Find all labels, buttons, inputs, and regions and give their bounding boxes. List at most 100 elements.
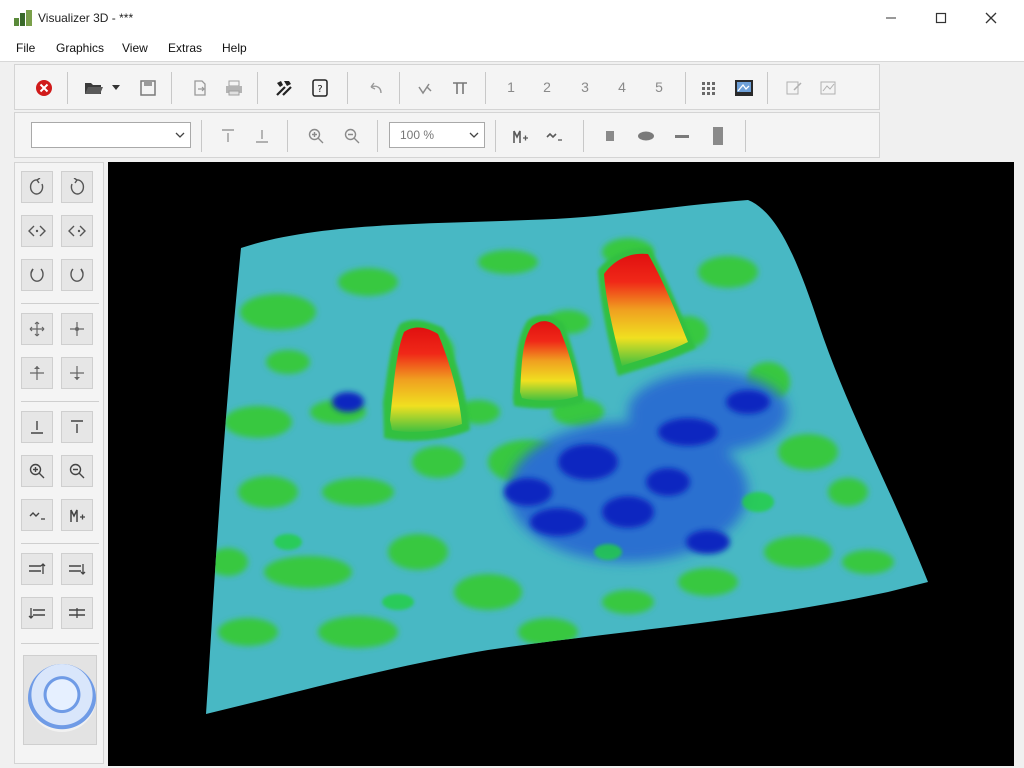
align-bottom-button[interactable] [249, 124, 275, 148]
main-toolbar: ? 1 2 3 4 5 [14, 64, 880, 110]
folder-open-icon [85, 83, 103, 94]
view-tools-panel [14, 162, 104, 764]
move-alt-icon [70, 366, 84, 380]
panel-divider [21, 543, 99, 544]
view-3-button[interactable]: 3 [578, 79, 592, 95]
redo-icon [418, 83, 432, 95]
align-top-button[interactable] [215, 124, 241, 148]
minimize-button[interactable] [868, 2, 914, 34]
layer-select[interactable] [31, 122, 191, 148]
open-button[interactable] [81, 76, 107, 100]
surface-plot[interactable] [108, 162, 1014, 766]
separator [201, 120, 202, 152]
marker-up-icon [70, 509, 85, 522]
chevron-down-icon [175, 132, 185, 138]
menu-extras[interactable]: Extras [168, 41, 202, 55]
open-dropdown-button[interactable] [109, 76, 123, 100]
tilt-right-button[interactable] [61, 215, 93, 247]
line-tool-button[interactable] [669, 124, 695, 148]
menu-graphics[interactable]: Graphics [56, 41, 104, 55]
close-button[interactable] [968, 2, 1014, 34]
menu-help[interactable]: Help [222, 41, 247, 55]
panel-divider [21, 401, 99, 402]
report-button[interactable] [781, 76, 807, 100]
align-bottom-icon [256, 130, 268, 143]
print-button[interactable] [221, 76, 247, 100]
zoom-in-side-button[interactable] [21, 455, 53, 487]
tools-icon [276, 81, 292, 96]
maximize-button[interactable] [918, 2, 964, 34]
spin-right-button[interactable] [61, 259, 93, 291]
view-4-button[interactable]: 4 [615, 79, 629, 95]
zoom-select[interactable]: 100 % [389, 122, 485, 148]
redo-button[interactable] [413, 76, 439, 100]
export-button[interactable] [187, 76, 213, 100]
floor-button[interactable] [21, 411, 53, 443]
move-button[interactable] [21, 357, 53, 389]
lower-button[interactable] [21, 597, 53, 629]
save-button[interactable] [135, 76, 161, 100]
move-icon [30, 366, 44, 380]
navigation-well [23, 655, 97, 745]
maximize-icon [935, 12, 947, 24]
separator [257, 72, 258, 104]
rect-icon [606, 131, 614, 141]
view-2-button[interactable]: 2 [540, 79, 554, 95]
tilt-right-icon [68, 225, 86, 237]
help-button[interactable]: ? [307, 76, 333, 100]
separator [171, 72, 172, 104]
undo-button[interactable] [363, 76, 389, 100]
spin-left-button[interactable] [21, 259, 53, 291]
tools-button[interactable] [271, 76, 297, 100]
scan-button[interactable] [731, 76, 757, 100]
minimize-icon [886, 17, 896, 19]
pan-button[interactable] [21, 313, 53, 345]
view-1-button[interactable]: 1 [504, 79, 518, 95]
chart-button[interactable] [815, 76, 841, 100]
view-5-button[interactable]: 5 [652, 79, 666, 95]
marker-down-side-button[interactable] [21, 499, 53, 531]
spin-right-icon [70, 268, 84, 282]
menu-file[interactable]: File [16, 41, 35, 55]
marker-down-button[interactable] [541, 124, 567, 148]
pan-alt-button[interactable] [61, 313, 93, 345]
title-bar[interactable]: Visualizer 3D - *** [0, 0, 1024, 36]
zoom-out-button[interactable] [339, 124, 365, 148]
tilt-left-button[interactable] [21, 215, 53, 247]
marker-up-button[interactable] [507, 124, 533, 148]
menu-view[interactable]: View [122, 41, 148, 55]
menu-bar: File Graphics View Extras Help [0, 36, 1024, 62]
separator [745, 120, 746, 152]
separator [377, 120, 378, 152]
raise-alt-button[interactable] [61, 553, 93, 585]
ceiling-button[interactable] [61, 411, 93, 443]
pan-icon [29, 321, 45, 337]
text-button[interactable] [447, 76, 473, 100]
zoom-out-side-button[interactable] [61, 455, 93, 487]
zoom-in-button[interactable] [303, 124, 329, 148]
move-alt-button[interactable] [61, 357, 93, 389]
raise-button[interactable] [21, 553, 53, 585]
close-icon [985, 12, 997, 24]
grid-button[interactable] [697, 76, 723, 100]
ellipse-tool-button[interactable] [633, 124, 659, 148]
3d-viewport[interactable] [108, 162, 1014, 766]
pan-alt-icon [70, 322, 84, 336]
rect-tool-button[interactable] [597, 124, 623, 148]
close-red-icon [36, 80, 52, 96]
rotate-right-button[interactable] [61, 171, 93, 203]
terrain-surface [206, 200, 928, 714]
separator [767, 72, 768, 104]
bar-tool-button[interactable] [705, 124, 731, 148]
lower-alt-button[interactable] [61, 597, 93, 629]
marker-up-side-button[interactable] [61, 499, 93, 531]
app-window: Visualizer 3D - *** File Graphics View E… [0, 0, 1024, 768]
separator [399, 72, 400, 104]
export-icon [194, 80, 206, 96]
panel-divider [21, 303, 99, 304]
rotate-left-button[interactable] [21, 171, 53, 203]
navigation-wheel[interactable] [28, 664, 96, 732]
floor-icon [31, 421, 43, 434]
stop-button[interactable] [31, 76, 57, 100]
chevron-down-icon [469, 132, 479, 138]
